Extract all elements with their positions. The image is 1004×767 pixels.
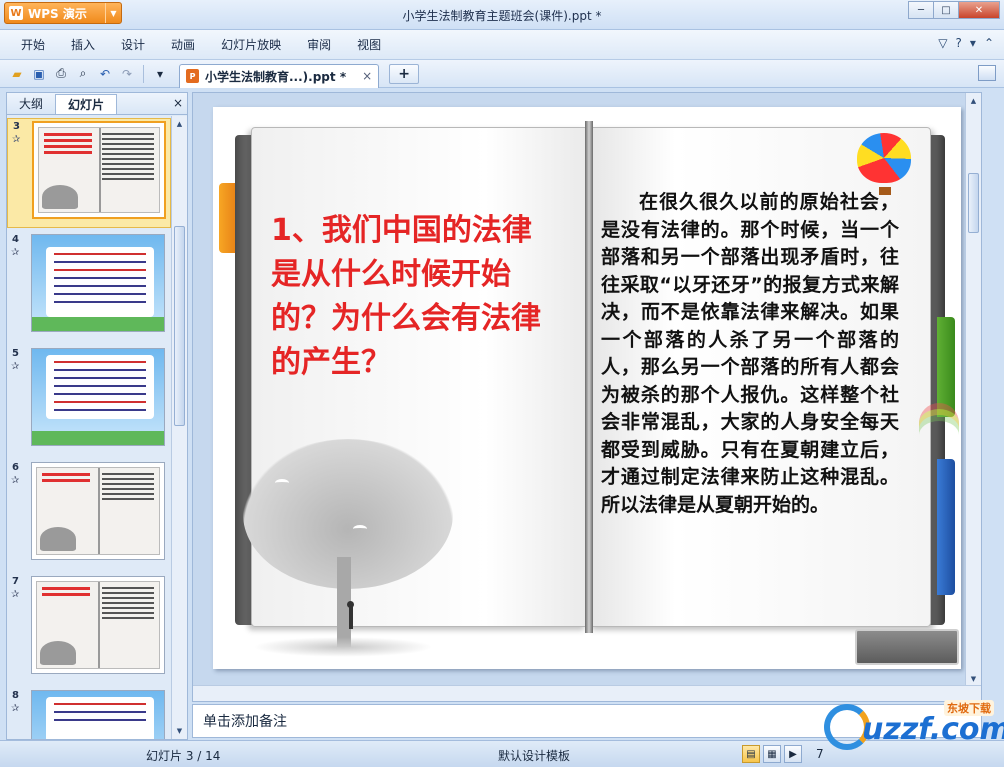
open-icon[interactable]: ▰ <box>8 65 26 83</box>
maximize-icon[interactable]: □ <box>933 1 959 19</box>
slide-sorter-icon[interactable]: ▦ <box>763 745 781 763</box>
window-controls: ─ □ ✕ <box>908 1 1000 19</box>
toolbar-divider <box>143 64 144 83</box>
quick-toolbar: ▰ ▣ ⎙ ⌕ ↶ ↷ ▾ P 小学生法制教育...).ppt * × + <box>0 60 1004 88</box>
scroll-thumb[interactable] <box>174 226 185 426</box>
print-preview-icon[interactable]: ⌕ <box>74 65 92 83</box>
close-icon[interactable]: ✕ <box>958 1 1000 19</box>
animation-star-icon: ✰ <box>11 703 20 714</box>
bird-icon <box>353 525 367 533</box>
slide-counter: 幻灯片 3 / 14 <box>146 749 221 763</box>
slides-pane: 大纲 幻灯片 × 3 ✰ 4 ✰ 5 ✰ 6 ✰ 7 ✰ 8 ✰ ▲ ▼ <box>6 92 188 740</box>
skin-icon[interactable]: ▽ <box>938 36 947 50</box>
minimize-icon[interactable]: ─ <box>908 1 934 19</box>
title-bar: W WPS 演示 ▼ 小学生法制教育主题班会(课件).ppt * ─ □ ✕ <box>0 0 1004 30</box>
tree-shadow <box>253 637 433 657</box>
print-icon[interactable]: ⎙ <box>52 65 70 83</box>
thumbnail-image <box>31 690 165 739</box>
bird-icon <box>275 479 289 487</box>
pane-tabs: 大纲 幻灯片 × <box>7 93 187 115</box>
site-watermark-logo: uzzf.com 东坡下载 <box>824 696 1004 754</box>
thumbnail-image <box>31 348 165 446</box>
thumbnail-slide-5[interactable]: 5 ✰ <box>7 346 171 456</box>
tab-outline[interactable]: 大纲 <box>7 94 55 114</box>
thumbnail-image <box>32 121 166 219</box>
redo-icon[interactable]: ↷ <box>118 65 136 83</box>
thumbnail-list: 3 ✰ 4 ✰ 5 ✰ 6 ✰ 7 ✰ 8 ✰ <box>7 116 171 739</box>
zoom-level[interactable]: 7 <box>816 747 824 761</box>
slide-title[interactable]: 1、我们中国的法律是从什么时候开始的？为什么会有法律的产生？ <box>271 209 551 385</box>
plus-icon: + <box>398 65 411 82</box>
save-icon[interactable]: ▣ <box>30 65 48 83</box>
thumbnail-slide-4[interactable]: 4 ✰ <box>7 232 171 342</box>
thumbnail-number: 7 <box>12 576 19 587</box>
rainbow-decoration <box>919 403 959 443</box>
animation-star-icon: ✰ <box>11 589 20 600</box>
window-title: 小学生法制教育主题班会(课件).ppt * <box>402 9 602 23</box>
menu-view[interactable]: 视图 <box>344 34 394 56</box>
thumbnail-slide-6[interactable]: 6 ✰ <box>7 460 171 570</box>
menu-slideshow[interactable]: 幻灯片放映 <box>208 34 294 56</box>
settings-icon[interactable]: ⌃ <box>984 36 994 50</box>
scroll-up-icon[interactable]: ▲ <box>174 118 185 130</box>
normal-view-icon[interactable]: ▤ <box>742 745 760 763</box>
close-tab-icon[interactable]: × <box>362 69 372 83</box>
thumbnail-number: 4 <box>12 234 19 245</box>
person-figure <box>347 601 354 629</box>
slide-body-text[interactable]: 在很久很久以前的原始社会，是没有法律的。那个时候，当一个部落和另一个部落出现矛盾… <box>601 189 899 519</box>
menu-animation[interactable]: 动画 <box>158 34 208 56</box>
scroll-down-icon[interactable]: ▼ <box>174 725 185 737</box>
thumbnail-image <box>31 462 165 560</box>
slide-canvas[interactable]: 1、我们中国的法律是从什么时候开始的？为什么会有法律的产生？ 在很久很久以前的原… <box>213 107 961 669</box>
design-template-label[interactable]: 默认设计模板 <box>498 747 570 764</box>
menu-design[interactable]: 设计 <box>108 34 158 56</box>
animation-star-icon: ✰ <box>11 475 20 486</box>
thumbnail-slide-8[interactable]: 8 ✰ <box>7 688 171 739</box>
animation-star-icon: ✰ <box>11 361 20 372</box>
thumbnail-scrollbar[interactable]: ▲ ▼ <box>171 116 187 739</box>
undo-icon[interactable]: ↶ <box>96 65 114 83</box>
bookmark-blue <box>937 459 955 595</box>
layout-icon[interactable] <box>978 65 996 81</box>
thumbnail-slide-3[interactable]: 3 ✰ <box>7 118 171 228</box>
new-tab-button[interactable]: + <box>389 63 420 84</box>
document-tab-label: 小学生法制教育...).ppt * <box>205 69 347 84</box>
thumbnail-image <box>31 234 165 332</box>
menu-review[interactable]: 审阅 <box>294 34 344 56</box>
tab-slides[interactable]: 幻灯片 <box>55 94 118 114</box>
hot-air-balloon-icon <box>857 133 911 195</box>
animation-star-icon: ✰ <box>12 134 21 145</box>
scroll-up-icon[interactable]: ▲ <box>968 95 979 107</box>
watermark-text: uzzf.com <box>862 712 1004 747</box>
slide-nav-button[interactable] <box>855 629 959 665</box>
menu-bar: 开始 插入 设计 动画 幻灯片放映 审阅 视图 ▽ ? ▾ ⌃ <box>0 30 1004 60</box>
thumbnail-number: 5 <box>12 348 19 359</box>
animation-star-icon: ✰ <box>11 247 20 258</box>
thumbnail-slide-7[interactable]: 7 ✰ <box>7 574 171 684</box>
slide-edit-area: 1、我们中国的法律是从什么时候开始的？为什么会有法律的产生？ 在很久很久以前的原… <box>192 92 982 702</box>
slideshow-icon[interactable]: ▶ <box>784 745 802 763</box>
scroll-thumb[interactable] <box>968 173 979 233</box>
thumbnail-number: 3 <box>13 121 20 132</box>
thumbnail-number: 8 <box>12 690 19 701</box>
dropdown-icon[interactable]: ▾ <box>151 65 169 83</box>
view-switcher: ▤ ▦ ▶ <box>742 745 802 763</box>
menu-home[interactable]: 开始 <box>8 34 58 56</box>
thumbnail-number: 6 <box>12 462 19 473</box>
menu-right-tools: ▽ ? ▾ ⌃ <box>938 36 994 50</box>
slide-vertical-scrollbar[interactable]: ▲ ▼ <box>965 93 981 687</box>
document-tab[interactable]: P 小学生法制教育...).ppt * × <box>179 63 380 88</box>
chevron-down-icon[interactable]: ▾ <box>970 36 976 50</box>
close-pane-icon[interactable]: × <box>173 96 183 110</box>
menu-insert[interactable]: 插入 <box>58 34 108 56</box>
book-spine <box>585 121 593 633</box>
help-icon[interactable]: ? <box>956 36 962 50</box>
watermark-subtext: 东坡下载 <box>944 700 994 716</box>
scroll-down-icon[interactable]: ▼ <box>968 673 979 685</box>
bookmark-green <box>937 317 955 417</box>
thumbnail-image <box>31 576 165 674</box>
ppt-file-icon: P <box>186 69 199 83</box>
